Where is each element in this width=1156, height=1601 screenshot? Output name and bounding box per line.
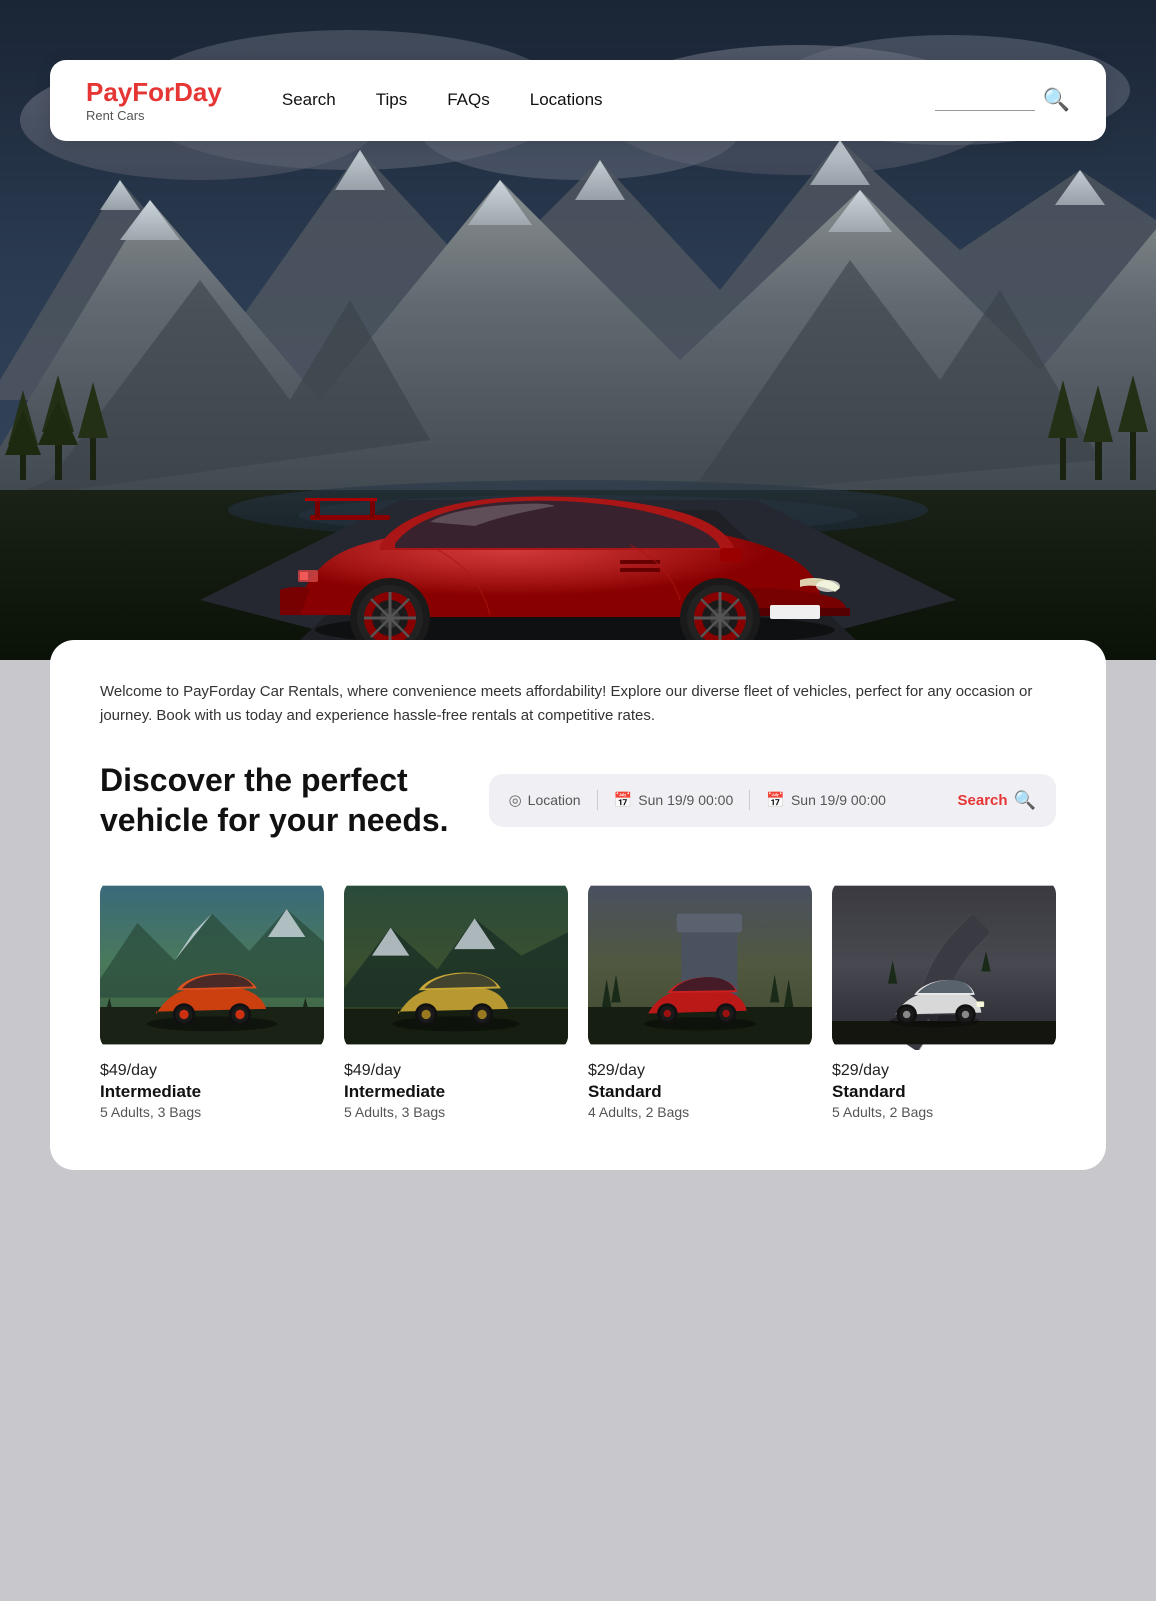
search-button-label: Search [958, 792, 1008, 809]
car-price-3: $29/day [832, 1062, 1056, 1080]
car-card-1[interactable]: $49/day Intermediate 5 Adults, 3 Bags [344, 880, 568, 1120]
date2-label: Sun 19/9 00:00 [791, 792, 886, 808]
nav-search-link[interactable]: Search [282, 90, 336, 110]
calendar2-icon: 📅 [766, 791, 785, 809]
car-specs-1: 5 Adults, 3 Bags [344, 1104, 568, 1120]
car-card-3[interactable]: $29/day Standard 5 Adults, 2 Bags [832, 880, 1056, 1120]
calendar1-icon: 📅 [614, 791, 633, 809]
welcome-text: Welcome to PayForday Car Rentals, where … [100, 680, 1056, 728]
car-price-1: $49/day [344, 1062, 568, 1080]
logo: PayForDay Rent Cars [86, 78, 222, 123]
date1-label: Sun 19/9 00:00 [638, 792, 733, 808]
logo-subtitle: Rent Cars [86, 108, 222, 123]
car-image-0 [100, 880, 324, 1050]
car-name-1: Intermediate [344, 1082, 568, 1102]
car-name-0: Intermediate [100, 1082, 324, 1102]
discover-heading: Discover the perfect vehicle for your ne… [100, 760, 449, 840]
date2-field[interactable]: 📅 Sun 19/9 00:00 [766, 791, 886, 809]
content-panel: Welcome to PayForday Car Rentals, where … [50, 640, 1106, 1170]
search-button[interactable]: Search 🔍 [958, 790, 1036, 811]
car-name-2: Standard [588, 1082, 812, 1102]
logo-day: Day [174, 77, 222, 107]
nav-links: Search Tips FAQs Locations [282, 90, 935, 110]
nav-locations-link[interactable]: Locations [530, 90, 603, 110]
logo-pay: PayFor [86, 77, 174, 107]
location-icon: ◎ [509, 791, 522, 809]
car-specs-0: 5 Adults, 3 Bags [100, 1104, 324, 1120]
car-card-2[interactable]: $29/day Standard 4 Adults, 2 Bags [588, 880, 812, 1120]
search-button-icon: 🔍 [1014, 790, 1036, 811]
nav-faqs-link[interactable]: FAQs [447, 90, 490, 110]
car-image-1 [344, 880, 568, 1050]
car-price-0: $49/day [100, 1062, 324, 1080]
car-image-2 [588, 880, 812, 1050]
location-field[interactable]: ◎ Location [509, 791, 581, 809]
nav-search-input[interactable] [935, 89, 1035, 111]
heading-line1: Discover the perfect [100, 762, 408, 798]
navbar: PayForDay Rent Cars Search Tips FAQs Loc… [50, 60, 1106, 141]
discover-row: Discover the perfect vehicle for your ne… [100, 760, 1056, 840]
location-label: Location [528, 792, 581, 808]
car-price-2: $29/day [588, 1062, 812, 1080]
heading-line2: vehicle for your needs. [100, 802, 449, 838]
nav-tips-link[interactable]: Tips [376, 90, 408, 110]
nav-search-wrap: 🔍 [935, 87, 1070, 113]
car-name-3: Standard [832, 1082, 1056, 1102]
divider-1 [597, 790, 598, 810]
car-specs-2: 4 Adults, 2 Bags [588, 1104, 812, 1120]
logo-text: PayForDay [86, 78, 222, 107]
search-bar: ◎ Location 📅 Sun 19/9 00:00 📅 Sun 19/9 0… [489, 774, 1056, 827]
car-image-3 [832, 880, 1056, 1050]
car-card-0[interactable]: $49/day Intermediate 5 Adults, 3 Bags [100, 880, 324, 1120]
car-specs-3: 5 Adults, 2 Bags [832, 1104, 1056, 1120]
nav-search-icon[interactable]: 🔍 [1043, 87, 1070, 113]
car-grid: $49/day Intermediate 5 Adults, 3 Bags [100, 880, 1056, 1120]
divider-2 [749, 790, 750, 810]
date1-field[interactable]: 📅 Sun 19/9 00:00 [614, 791, 734, 809]
